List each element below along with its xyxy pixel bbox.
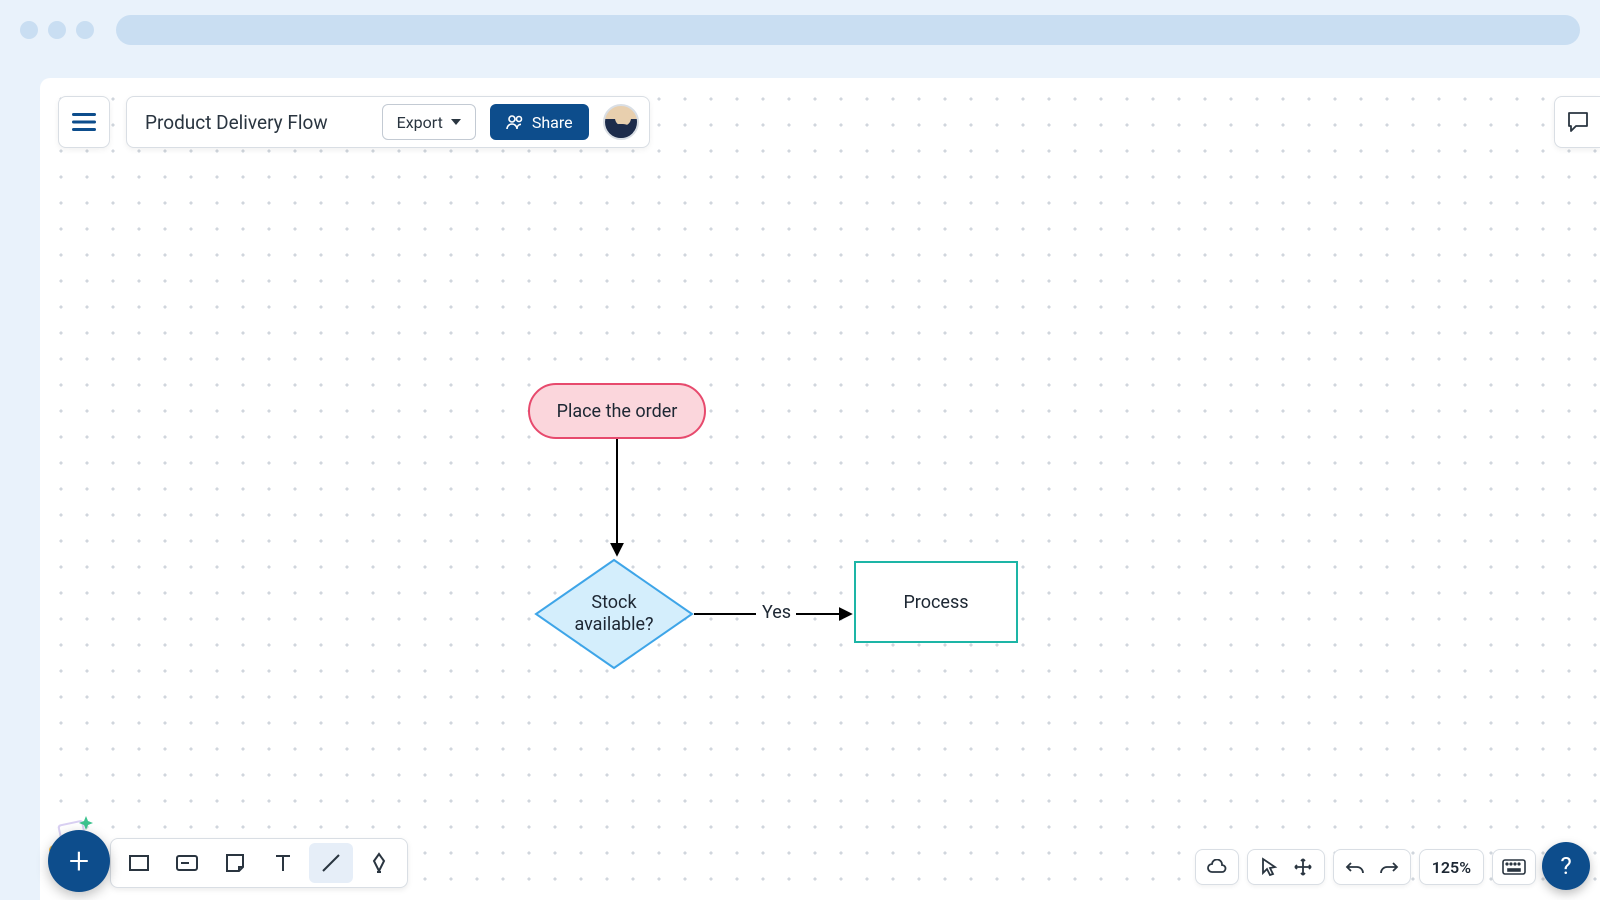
zoom-group: 125% — [1419, 849, 1484, 885]
tool-sticky-note[interactable] — [213, 843, 257, 883]
keyboard-shortcuts-button[interactable] — [1492, 849, 1536, 885]
cloud-icon — [1206, 859, 1228, 875]
window-dots — [20, 21, 94, 39]
tool-rectangle[interactable] — [117, 843, 161, 883]
sticky-note-icon — [224, 852, 246, 874]
node-label: Stock available? — [574, 592, 653, 637]
window-dot — [20, 21, 38, 39]
document-title[interactable]: Product Delivery Flow — [145, 111, 368, 134]
export-label: Export — [397, 113, 443, 132]
shape-toolbar — [110, 838, 408, 888]
share-button[interactable]: Share — [490, 104, 589, 140]
comment-icon — [1565, 109, 1591, 135]
select-cursor-button[interactable] — [1256, 854, 1282, 880]
node-label: Place the order — [557, 401, 678, 422]
undo-button[interactable] — [1342, 854, 1368, 880]
keyboard-icon — [1502, 859, 1526, 875]
tool-line[interactable] — [309, 843, 353, 883]
canvas-app: Product Delivery Flow Export Share — [40, 78, 1600, 900]
tool-text[interactable] — [261, 843, 305, 883]
undo-icon — [1345, 860, 1365, 874]
zoom-level[interactable]: 125% — [1428, 858, 1475, 877]
plus-icon: + — [69, 840, 89, 882]
node-decision-stock[interactable]: Stock available? — [534, 558, 694, 670]
line-icon — [319, 851, 343, 875]
question-icon: ? — [1560, 852, 1571, 880]
people-icon — [506, 114, 524, 130]
card-icon — [175, 853, 199, 873]
text-icon — [273, 852, 293, 874]
connectors — [40, 78, 1600, 900]
add-shape-fab[interactable]: + — [48, 830, 110, 892]
cursor-icon — [1260, 857, 1278, 877]
tool-freehand[interactable] — [357, 843, 401, 883]
view-toolbar: 125% — [1195, 846, 1536, 888]
node-label: Process — [903, 592, 968, 613]
help-button[interactable]: ? — [1542, 842, 1590, 890]
pen-icon — [368, 851, 390, 875]
history-group — [1333, 849, 1411, 885]
browser-chrome — [0, 0, 1600, 60]
url-bar[interactable] — [116, 15, 1580, 45]
redo-button[interactable] — [1376, 854, 1402, 880]
hamburger-icon — [72, 113, 96, 131]
move-icon — [1293, 857, 1313, 877]
tool-card[interactable] — [165, 843, 209, 883]
redo-icon — [1379, 860, 1399, 874]
cloud-sync-button[interactable] — [1204, 854, 1230, 880]
pan-cursor-button[interactable] — [1290, 854, 1316, 880]
main-menu-button[interactable] — [58, 96, 110, 148]
rectangle-icon — [128, 852, 150, 874]
node-process[interactable]: Process — [854, 561, 1018, 643]
share-label: Share — [532, 113, 573, 132]
chevron-down-icon — [451, 119, 461, 125]
window-dot — [48, 21, 66, 39]
export-button[interactable]: Export — [382, 104, 476, 140]
user-avatar[interactable] — [603, 104, 639, 140]
cursor-mode-group — [1247, 849, 1325, 885]
sync-status — [1195, 849, 1239, 885]
window-dot — [76, 21, 94, 39]
edge-label-yes[interactable]: Yes — [758, 602, 795, 623]
comments-button[interactable] — [1554, 96, 1600, 148]
node-terminator-start[interactable]: Place the order — [528, 383, 706, 439]
document-header: Product Delivery Flow Export Share — [126, 96, 650, 148]
